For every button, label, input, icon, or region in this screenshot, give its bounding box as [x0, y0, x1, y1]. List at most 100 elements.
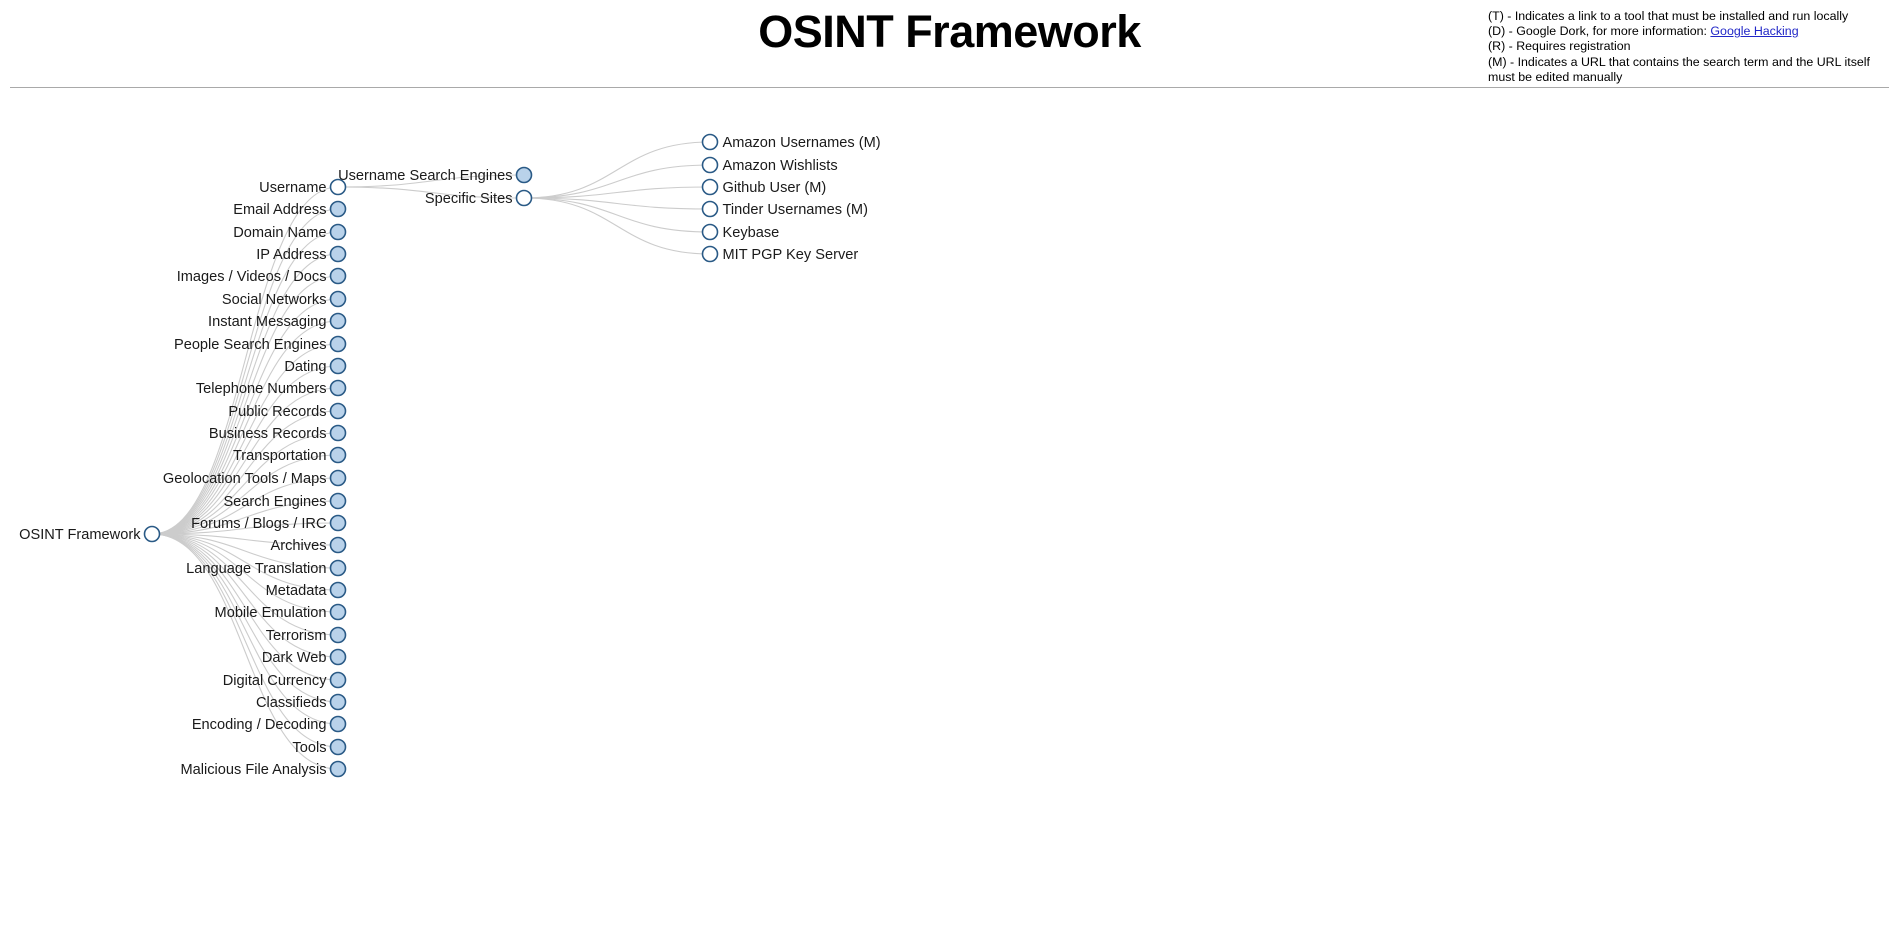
- node-label[interactable]: Dark Web: [262, 650, 327, 666]
- node-circle[interactable]: [329, 424, 347, 442]
- tree-node[interactable]: Mobile Emulation: [215, 603, 347, 621]
- node-label[interactable]: Malicious File Analysis: [181, 762, 327, 778]
- tree-node[interactable]: Metadata: [266, 581, 347, 599]
- node-circle[interactable]: [515, 189, 533, 207]
- node-circle[interactable]: [329, 671, 347, 689]
- node-label[interactable]: Username Search Engines: [338, 168, 512, 184]
- node-label[interactable]: Terrorism: [266, 628, 327, 644]
- node-circle[interactable]: [329, 223, 347, 241]
- node-label[interactable]: Public Records: [228, 404, 326, 420]
- node-circle[interactable]: [329, 559, 347, 577]
- tree-node[interactable]: Tools: [292, 738, 347, 756]
- node-label[interactable]: Mobile Emulation: [215, 605, 327, 621]
- node-label[interactable]: Encoding / Decoding: [192, 717, 327, 733]
- node-circle[interactable]: [329, 514, 347, 532]
- node-circle[interactable]: [329, 648, 347, 666]
- node-label[interactable]: IP Address: [256, 247, 326, 263]
- tree-node[interactable]: Archives: [271, 536, 347, 554]
- node-circle[interactable]: [329, 357, 347, 375]
- tree-node[interactable]: Business Records: [209, 424, 347, 442]
- node-label[interactable]: Language Translation: [186, 561, 326, 577]
- node-label[interactable]: Tinder Usernames (M): [723, 202, 868, 218]
- tree-node[interactable]: IP Address: [256, 245, 347, 263]
- node-circle[interactable]: [515, 166, 533, 184]
- tree-canvas[interactable]: OSINT Framework Username Email Address Doma…: [0, 90, 1899, 930]
- tree-node[interactable]: Classifieds: [256, 693, 347, 711]
- node-circle[interactable]: [329, 492, 347, 510]
- node-circle[interactable]: [329, 290, 347, 308]
- tree-node[interactable]: Geolocation Tools / Maps: [163, 469, 347, 487]
- node-label[interactable]: Classifieds: [256, 695, 327, 711]
- node-label[interactable]: Search Engines: [223, 494, 326, 510]
- node-label[interactable]: People Search Engines: [174, 337, 327, 353]
- node-label[interactable]: Specific Sites: [425, 191, 513, 207]
- tree-node[interactable]: Username Search Engines: [338, 166, 533, 184]
- node-circle[interactable]: [329, 626, 347, 644]
- tree-node[interactable]: Malicious File Analysis: [181, 760, 347, 778]
- node-circle[interactable]: [329, 469, 347, 487]
- tree-node[interactable]: Encoding / Decoding: [192, 715, 347, 733]
- tree-node[interactable]: Amazon Usernames (M): [701, 133, 881, 151]
- tree-diagram[interactable]: OSINT Framework Username Email Address Doma…: [0, 90, 1899, 930]
- node-label[interactable]: Telephone Numbers: [196, 381, 327, 397]
- node-label[interactable]: Business Records: [209, 426, 327, 442]
- node-label[interactable]: Metadata: [266, 583, 328, 599]
- node-label[interactable]: Forums / Blogs / IRC: [191, 516, 326, 532]
- tree-node[interactable]: MIT PGP Key Server: [701, 245, 859, 263]
- node-circle[interactable]: [329, 693, 347, 711]
- node-label[interactable]: Github User (M): [723, 180, 827, 196]
- node-label[interactable]: Archives: [271, 538, 327, 554]
- tree-node[interactable]: Telephone Numbers: [196, 379, 347, 397]
- node-circle[interactable]: [701, 133, 719, 151]
- node-circle[interactable]: [329, 738, 347, 756]
- tree-node[interactable]: Keybase: [701, 223, 780, 241]
- node-circle[interactable]: [329, 267, 347, 285]
- node-circle[interactable]: [701, 156, 719, 174]
- node-label[interactable]: MIT PGP Key Server: [723, 247, 859, 263]
- node-circle[interactable]: [329, 402, 347, 420]
- node-label[interactable]: Amazon Wishlists: [723, 158, 838, 174]
- node-circle[interactable]: [329, 603, 347, 621]
- node-label[interactable]: Transportation: [233, 448, 327, 464]
- tree-node[interactable]: Dark Web: [262, 648, 347, 666]
- node-circle[interactable]: [701, 200, 719, 218]
- google-hacking-link[interactable]: Google Hacking: [1710, 24, 1798, 38]
- tree-node[interactable]: Specific Sites: [425, 189, 533, 207]
- node-circle[interactable]: [701, 223, 719, 241]
- node-label[interactable]: Domain Name: [233, 225, 326, 241]
- node-label[interactable]: Geolocation Tools / Maps: [163, 471, 327, 487]
- tree-node[interactable]: Username: [259, 178, 347, 196]
- node-circle[interactable]: [329, 335, 347, 353]
- node-circle[interactable]: [329, 312, 347, 330]
- node-label[interactable]: Instant Messaging: [208, 314, 326, 330]
- tree-node[interactable]: Amazon Wishlists: [701, 156, 838, 174]
- tree-node[interactable]: Dating: [284, 357, 347, 375]
- node-label[interactable]: Digital Currency: [223, 673, 328, 689]
- node-circle[interactable]: [701, 245, 719, 263]
- tree-node[interactable]: Language Translation: [186, 559, 347, 577]
- node-label[interactable]: Images / Videos / Docs: [177, 269, 327, 285]
- tree-node[interactable]: OSINT Framework: [19, 525, 161, 543]
- node-circle[interactable]: [329, 536, 347, 554]
- node-label[interactable]: Username: [259, 180, 326, 196]
- tree-node[interactable]: Terrorism: [266, 626, 347, 644]
- node-circle[interactable]: [329, 760, 347, 778]
- node-circle[interactable]: [143, 525, 161, 543]
- tree-node[interactable]: People Search Engines: [174, 335, 347, 353]
- tree-node[interactable]: Github User (M): [701, 178, 827, 196]
- node-label[interactable]: Dating: [284, 359, 326, 375]
- tree-node[interactable]: Forums / Blogs / IRC: [191, 514, 347, 532]
- node-circle[interactable]: [701, 178, 719, 196]
- node-label[interactable]: OSINT Framework: [19, 527, 141, 543]
- node-label[interactable]: Amazon Usernames (M): [723, 135, 881, 151]
- tree-node[interactable]: Instant Messaging: [208, 312, 347, 330]
- node-circle[interactable]: [329, 200, 347, 218]
- node-label[interactable]: Social Networks: [222, 292, 327, 308]
- node-circle[interactable]: [329, 581, 347, 599]
- tree-node[interactable]: Tinder Usernames (M): [701, 200, 868, 218]
- node-circle[interactable]: [329, 715, 347, 733]
- node-label[interactable]: Email Address: [233, 202, 326, 218]
- node-circle[interactable]: [329, 245, 347, 263]
- tree-nodes-layer[interactable]: OSINT Framework Username Email Address Doma…: [19, 133, 881, 778]
- node-circle[interactable]: [329, 379, 347, 397]
